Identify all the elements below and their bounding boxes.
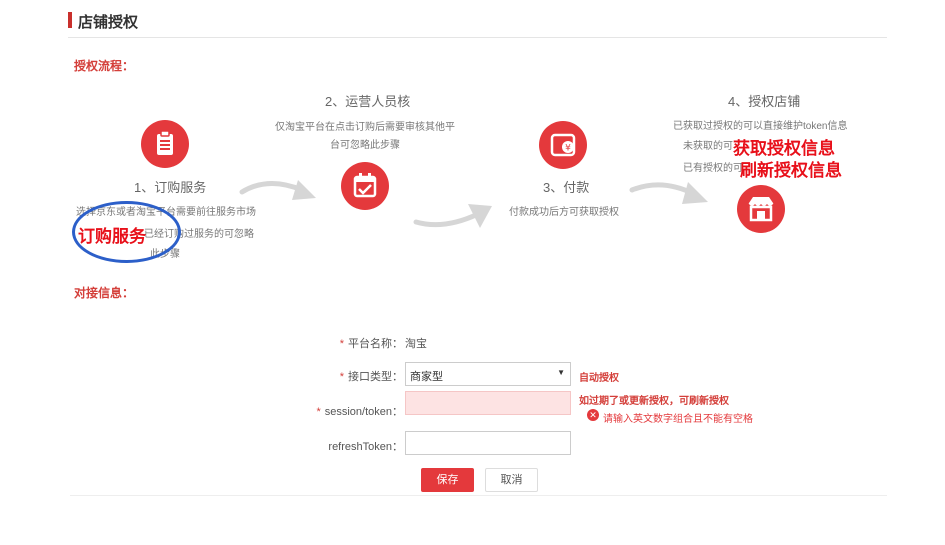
step3-icon-circle: ¥ [539,121,587,169]
annotation-subscribe: 订购服务 [78,227,146,246]
curved-arrow-icon [239,180,316,200]
step2-desc-line2: 台可忽略此步骤 [330,140,400,151]
step4-icon-circle [737,185,785,233]
step3-title: 3、付款 [543,180,590,195]
calendar-check-icon [353,173,377,198]
curved-arrow-icon [629,182,708,204]
step1-title: 1、订购服务 [134,180,207,195]
caret-down-icon: ▼ [557,368,565,377]
platform-value: 淘宝 [405,338,427,350]
store-icon [748,197,774,222]
api-type-select[interactable]: 商家型 ▼ [405,362,571,386]
step2-title: 2、运营人员核 [325,94,411,109]
api-type-selected: 商家型 [410,371,443,383]
svg-text:¥: ¥ [565,144,571,154]
api-type-label: * 接口类型： [339,371,403,383]
step2-desc-line1: 仅淘宝平台在点击订购后需要审核其他平 [275,122,455,133]
save-button[interactable]: 保存 [421,468,474,492]
platform-label: * 平台名称： [339,338,403,350]
annotation-refresh-auth: 刷新授权信息 [740,161,842,180]
step4-desc-line2: 未获取的可 [683,141,733,152]
step1-icon-circle [141,120,189,168]
page-title: 店铺授权 [78,14,139,31]
cancel-button[interactable]: 取消 [485,468,538,492]
refresh-token-label: refreshToken： [328,441,403,453]
wallet-yen-icon: ¥ [550,133,576,157]
title-accent-bar [68,12,72,28]
title-divider [68,37,887,38]
step3-desc-line1: 付款成功后方可获取授权 [509,207,619,218]
refresh-token-input[interactable] [405,431,571,455]
clipboard-icon [157,130,173,155]
session-token-input[interactable] [405,391,571,415]
step4-desc-line3: 已有授权的可 [683,163,743,174]
error-circle-icon: ✕ [587,409,599,421]
refresh-auth-hint: 如过期了或更新授权，可刷新授权 [579,396,729,407]
auto-auth-hint: 自动授权 [579,373,619,384]
connect-section-label: 对接信息： [74,286,135,300]
step4-title: 4、授权店铺 [728,94,801,109]
session-token-error: 请输入英文数字组合且不能有空格 [603,414,753,425]
curved-arrow-icon [413,204,492,228]
flow-section-label: 授权流程： [74,59,135,73]
step2-icon-circle [341,162,389,210]
session-token-label: * session/token： [316,406,403,418]
bottom-divider [70,495,887,496]
